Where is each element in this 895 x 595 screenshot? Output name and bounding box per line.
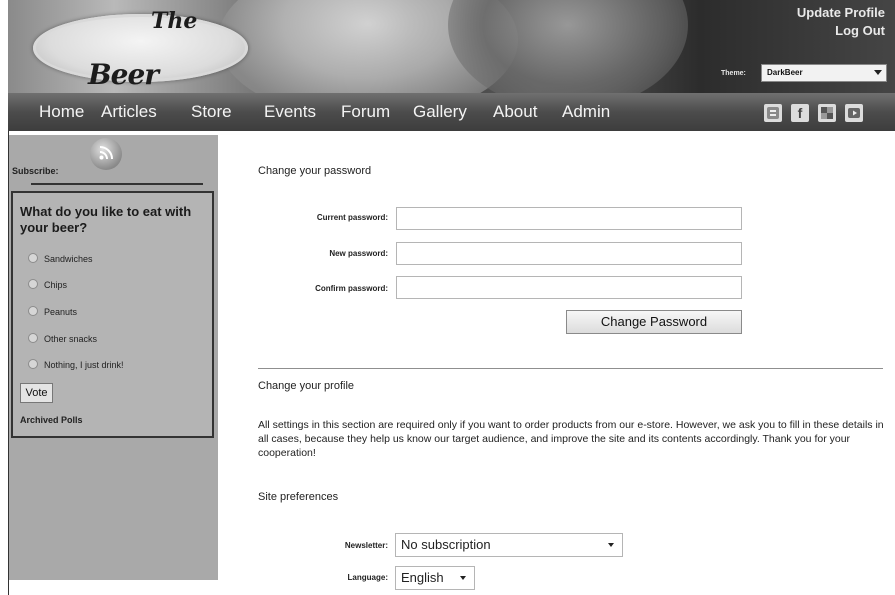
log-out-link[interactable]: Log Out <box>835 23 885 38</box>
poll-option[interactable]: Chips <box>28 279 67 290</box>
newsletter-label: Newsletter: <box>344 541 388 550</box>
radio-button[interactable] <box>28 359 38 369</box>
radio-button[interactable] <box>28 279 38 289</box>
language-select-value: English <box>401 570 444 585</box>
sidebar: Subscribe: What do you like to eat with … <box>9 135 218 580</box>
theme-select-value: DarkBeer <box>767 68 803 77</box>
archived-polls-link[interactable]: Archived Polls <box>20 415 83 425</box>
poll-question: What do you like to eat with your beer? <box>20 204 192 235</box>
site-header: The Beer House Update Profile Log Out Th… <box>8 0 895 93</box>
nav-events[interactable]: Events <box>264 102 316 122</box>
update-profile-link[interactable]: Update Profile <box>797 5 885 20</box>
nav-articles[interactable]: Articles <box>101 102 157 122</box>
profile-description: All settings in this section are require… <box>258 419 884 459</box>
change-password-title: Change your password <box>258 165 372 177</box>
rss-icon[interactable] <box>90 138 122 170</box>
youtube-icon[interactable] <box>845 104 863 122</box>
new-password-input[interactable] <box>396 242 742 265</box>
poll-box: What do you like to eat with your beer? … <box>11 191 214 438</box>
theme-select[interactable]: DarkBeer <box>761 64 887 82</box>
new-password-label: New password: <box>329 249 388 258</box>
header-beer-glass-image-2 <box>448 0 688 93</box>
main-nav: Home Articles Store Events Forum Gallery… <box>8 93 895 131</box>
poll-option-label: Sandwiches <box>44 254 93 264</box>
poll-option[interactable]: Nothing, I just drink! <box>28 359 124 370</box>
poll-option-label: Other snacks <box>44 334 98 344</box>
current-password-input[interactable] <box>396 207 742 230</box>
subscribe-label: Subscribe: <box>12 166 59 176</box>
language-select[interactable]: English <box>395 566 475 590</box>
chevron-down-icon <box>608 543 614 547</box>
poll-option-label: Peanuts <box>44 307 78 317</box>
newsletter-select[interactable]: No subscription <box>395 533 623 557</box>
radio-button[interactable] <box>28 306 38 316</box>
newsletter-select-value: No subscription <box>401 537 491 552</box>
delicious-icon[interactable] <box>818 104 836 122</box>
current-password-label: Current password: <box>316 213 388 222</box>
change-password-button[interactable]: Change Password <box>566 310 742 334</box>
poll-option-label: Nothing, I just drink! <box>44 360 124 370</box>
nav-about[interactable]: About <box>493 102 537 122</box>
change-profile-title: Change your profile <box>258 380 355 392</box>
subscribe-divider <box>31 183 203 185</box>
site-logo[interactable]: The Beer House <box>33 8 248 93</box>
nav-forum[interactable]: Forum <box>341 102 390 122</box>
radio-button[interactable] <box>28 253 38 263</box>
section-divider <box>258 368 883 369</box>
confirm-password-label: Confirm password: <box>315 284 388 293</box>
vote-button[interactable]: Vote <box>20 383 53 403</box>
chevron-down-icon <box>874 70 882 75</box>
radio-button[interactable] <box>28 333 38 343</box>
site-preferences-title: Site preferences <box>258 491 339 503</box>
nav-home[interactable]: Home <box>39 102 84 122</box>
poll-option[interactable]: Peanuts <box>28 306 77 317</box>
poll-option[interactable]: Other snacks <box>28 333 97 344</box>
nav-admin[interactable]: Admin <box>562 102 610 122</box>
logo-main-text: Beer House <box>88 58 183 93</box>
poll-option[interactable]: Sandwiches <box>28 253 93 264</box>
facebook-icon[interactable]: f <box>791 104 809 122</box>
nav-gallery[interactable]: Gallery <box>413 102 467 122</box>
logo-the-text: The <box>151 8 198 34</box>
poll-option-label: Chips <box>44 280 68 290</box>
blog-icon[interactable] <box>764 104 782 122</box>
nav-store[interactable]: Store <box>191 102 232 122</box>
theme-label: Theme: <box>721 70 746 77</box>
language-label: Language: <box>347 573 388 582</box>
confirm-password-input[interactable] <box>396 276 742 299</box>
chevron-down-icon <box>460 576 466 580</box>
